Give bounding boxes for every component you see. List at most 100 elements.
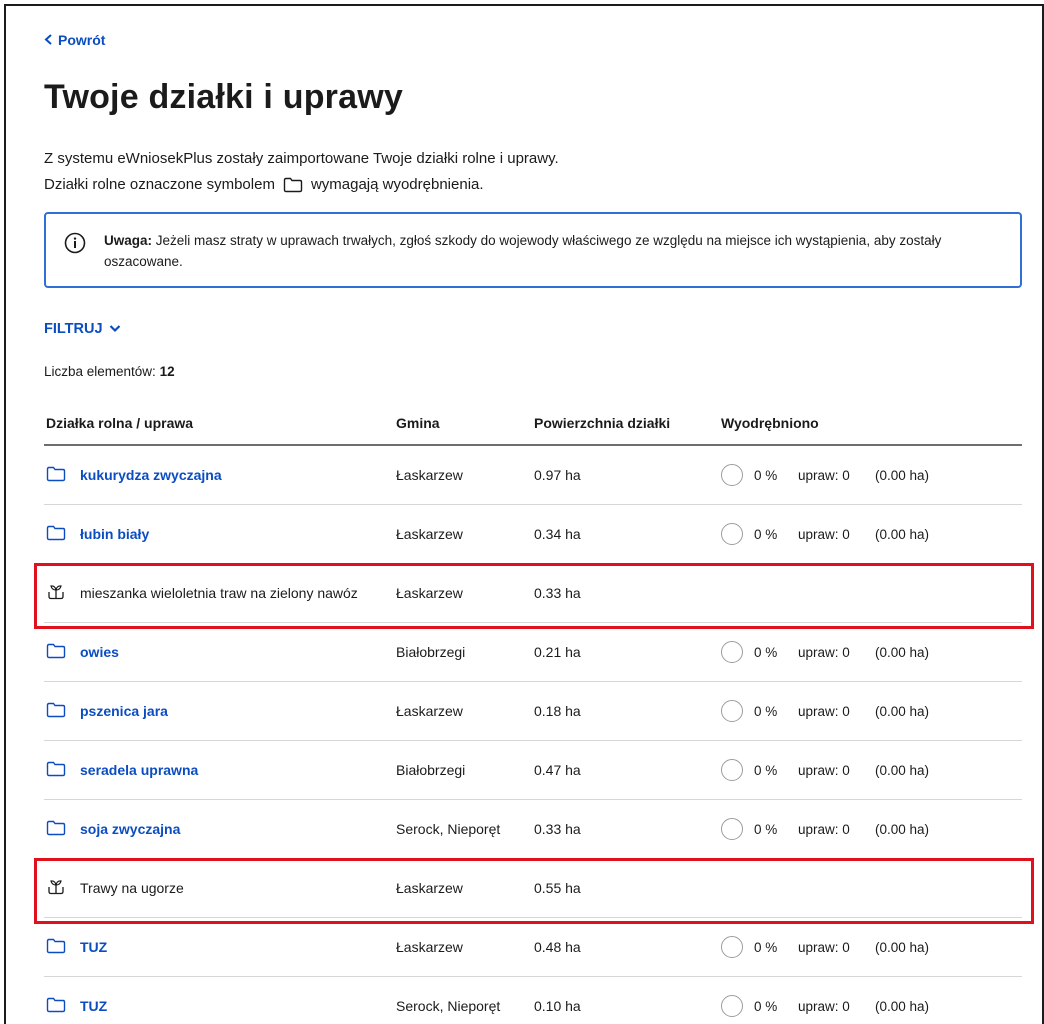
parcel-cell: kukurydza zwyczajna (44, 466, 396, 485)
extracted-percent: 0 % (754, 998, 778, 1014)
extracted-cell: 0 % upraw: 0 (0.00 ha) (721, 700, 1022, 722)
commune-cell: Łaskarzew (396, 880, 463, 896)
extracted-cell: 0 % upraw: 0 (0.00 ha) (721, 464, 1022, 486)
extracted-crops: upraw: 0 (798, 703, 850, 719)
parcel-cell: seradela uprawna (44, 761, 396, 780)
table-row[interactable]: soja zwyczajna Serock, Nieporęt 0.33 ha 0 %… (44, 800, 1022, 859)
extracted-cell: 0 % upraw: 0 (0.00 ha) (721, 936, 1022, 958)
extracted-cell: 0 % upraw: 0 (0.00 ha) (721, 995, 1022, 1017)
extracted-area: (0.00 ha) (875, 821, 930, 837)
items-count-label: Liczba elementów: (44, 364, 156, 379)
folder-icon (46, 643, 66, 662)
table-row[interactable]: TUZ Łaskarzew 0.48 ha 0 % upraw: 0 (0.00 ha) (44, 918, 1022, 977)
parcel-cell: TUZ (44, 938, 396, 957)
extracted-percent: 0 % (754, 762, 778, 778)
extracted-cell: 0 % upraw: 0 (0.00 ha) (721, 523, 1022, 545)
area-cell: 0.34 ha (534, 526, 581, 542)
commune-cell: Serock, Nieporęt (396, 998, 501, 1014)
intro-text: Z systemu eWniosekPlus zostały zaimporto… (44, 146, 559, 198)
area-cell: 0.47 ha (534, 762, 581, 778)
filter-label: FILTRUJ (44, 321, 103, 337)
column-header-commune: Gmina (396, 415, 440, 431)
parcel-cell: Trawy na ugorze (44, 878, 396, 898)
extracted-percent: 0 % (754, 467, 778, 483)
parcel-name[interactable]: łubin biały (80, 526, 149, 542)
notice-box: Uwaga: Jeżeli masz straty w uprawach trw… (44, 212, 1022, 288)
area-cell: 0.33 ha (534, 585, 581, 601)
extracted-area: (0.00 ha) (875, 467, 930, 483)
parcel-name[interactable]: seradela uprawna (80, 762, 198, 778)
area-cell: 0.97 ha (534, 467, 581, 483)
table-row[interactable]: pszenica jara Łaskarzew 0.18 ha 0 % upraw: 0… (44, 682, 1022, 741)
back-link[interactable]: Powrót (44, 32, 105, 48)
column-header-parcel: Działka rolna / uprawa (46, 415, 194, 431)
folder-icon (46, 938, 66, 957)
extracted-area: (0.00 ha) (875, 939, 930, 955)
notice-text: Jeżeli masz straty w uprawach trwałych, … (104, 233, 942, 269)
table-row[interactable]: TUZ Serock, Nieporęt 0.10 ha 0 % upraw: 0 (0.… (44, 977, 1022, 1024)
commune-cell: Łaskarzew (396, 526, 463, 542)
extracted-area: (0.00 ha) (875, 762, 930, 778)
parcel-name[interactable]: TUZ (80, 998, 107, 1014)
parcel-name: mieszanka wieloletnia traw na zielony na… (80, 585, 358, 601)
table-body: kukurydza zwyczajna Łaskarzew 0.97 ha 0 % up… (44, 446, 1022, 1024)
area-cell: 0.55 ha (534, 880, 581, 896)
column-header-area: Powierzchnia działki (534, 415, 671, 431)
commune-cell: Łaskarzew (396, 939, 463, 955)
extracted-percent: 0 % (754, 939, 778, 955)
commune-cell: Łaskarzew (396, 467, 463, 483)
folder-icon (46, 702, 66, 721)
area-cell: 0.33 ha (534, 821, 581, 837)
parcel-name[interactable]: TUZ (80, 939, 107, 955)
chevron-left-icon (44, 33, 53, 47)
extracted-area: (0.00 ha) (875, 703, 930, 719)
filter-toggle[interactable]: FILTRUJ (44, 321, 121, 337)
progress-circle-icon (721, 818, 743, 840)
extracted-area: (0.00 ha) (875, 998, 930, 1014)
parcel-cell: mieszanka wieloletnia traw na zielony na… (44, 583, 396, 603)
intro-line-2: Działki rolne oznaczone symbolem wymagaj… (44, 172, 559, 198)
parcel-name[interactable]: owies (80, 644, 119, 660)
parcel-name[interactable]: pszenica jara (80, 703, 168, 719)
table-row[interactable]: seradela uprawna Białobrzegi 0.47 ha 0 % upr… (44, 741, 1022, 800)
table-row[interactable]: łubin biały Łaskarzew 0.34 ha 0 % upraw: 0 (0… (44, 505, 1022, 564)
table-row: mieszanka wieloletnia traw na zielony na… (44, 564, 1022, 623)
parcel-cell: łubin biały (44, 525, 396, 544)
extracted-percent: 0 % (754, 703, 778, 719)
parcel-cell: owies (44, 643, 396, 662)
extracted-crops: upraw: 0 (798, 644, 850, 660)
folder-icon (46, 997, 66, 1016)
items-count: Liczba elementów: 12 (44, 364, 175, 379)
plant-icon (46, 583, 66, 603)
intro-line-2-before: Działki rolne oznaczone symbolem (44, 176, 275, 193)
area-cell: 0.21 ha (534, 644, 581, 660)
folder-icon (46, 761, 66, 780)
commune-cell: Serock, Nieporęt (396, 821, 501, 837)
commune-cell: Łaskarzew (396, 703, 463, 719)
extracted-area: (0.00 ha) (875, 526, 930, 542)
folder-icon (46, 820, 66, 839)
extracted-percent: 0 % (754, 644, 778, 660)
extracted-crops: upraw: 0 (798, 526, 850, 542)
progress-circle-icon (721, 523, 743, 545)
parcel-cell: pszenica jara (44, 702, 396, 721)
progress-circle-icon (721, 641, 743, 663)
parcel-cell: TUZ (44, 997, 396, 1016)
extracted-cell: 0 % upraw: 0 (0.00 ha) (721, 818, 1022, 840)
table-row[interactable]: owies Białobrzegi 0.21 ha 0 % upraw: 0 (0.00 … (44, 623, 1022, 682)
column-header-extracted: Wyodrębniono (721, 415, 819, 431)
progress-circle-icon (721, 936, 743, 958)
table-row[interactable]: kukurydza zwyczajna Łaskarzew 0.97 ha 0 % up… (44, 446, 1022, 505)
page-title: Twoje działki i uprawy (44, 78, 403, 116)
notice-label: Uwaga: (104, 233, 153, 248)
extracted-percent: 0 % (754, 526, 778, 542)
parcels-table: Działka rolna / uprawa Gmina Powierzchni… (44, 402, 1022, 1024)
parcel-cell: soja zwyczajna (44, 820, 396, 839)
progress-circle-icon (721, 464, 743, 486)
parcel-name[interactable]: soja zwyczajna (80, 821, 180, 837)
commune-cell: Białobrzegi (396, 644, 466, 660)
parcel-name: Trawy na ugorze (80, 880, 184, 896)
progress-circle-icon (721, 995, 743, 1017)
parcel-name[interactable]: kukurydza zwyczajna (80, 467, 222, 483)
folder-icon (46, 525, 66, 544)
